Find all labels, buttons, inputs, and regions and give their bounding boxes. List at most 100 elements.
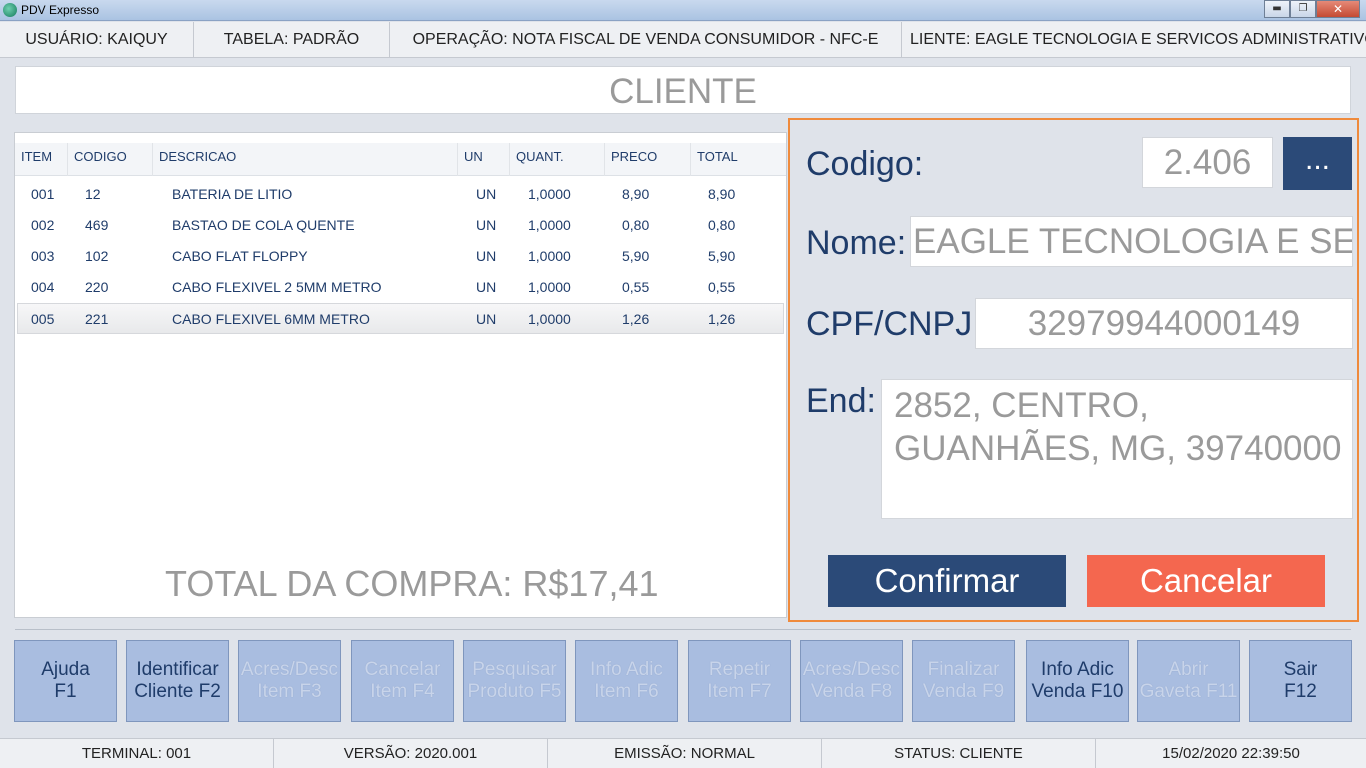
- table-cell: 0,80: [622, 217, 650, 233]
- table-cell: 1,0000: [528, 279, 571, 295]
- codigo-field[interactable]: 2.406: [1142, 137, 1273, 188]
- function-key-shortcut: Item F7: [707, 681, 772, 702]
- exit-f12-button[interactable]: Sair F12: [1249, 640, 1352, 722]
- function-key-label: Sair: [1283, 659, 1318, 680]
- endereco-label: End:: [806, 382, 876, 420]
- table-cell: 221: [85, 311, 109, 327]
- sale-info-f10-button[interactable]: Info Adic Venda F10: [1026, 640, 1129, 722]
- window-titlebar: PDV Expresso ▬ ❐ ✕: [0, 0, 1366, 21]
- table-row[interactable]: 005 221 CABO FLEXIVEL 6MM METRO UN 1,0000 1,2…: [17, 303, 784, 334]
- function-key-shortcut: Venda F9: [922, 681, 1005, 702]
- function-key-shortcut: F12: [1284, 681, 1317, 702]
- table-cell: 220: [85, 279, 109, 295]
- table-cell: 1,0000: [528, 311, 571, 327]
- function-key-shortcut: Gaveta F11: [1139, 681, 1238, 702]
- cancel-item-f4-button[interactable]: Cancelar Item F4: [351, 640, 454, 722]
- sale-adjust-f8-button[interactable]: Acres/Desc Venda F8: [800, 640, 903, 722]
- table-cell: 102: [85, 248, 109, 264]
- version-status: VERSÃO: 2020.001: [274, 739, 548, 768]
- function-key-label: Acres/Desc: [802, 659, 901, 680]
- table-cell: 003: [31, 248, 55, 264]
- cpf-cnpj-field[interactable]: 32979944000149: [975, 298, 1353, 349]
- table-cell: 469: [85, 217, 109, 233]
- maximize-button[interactable]: ❐: [1290, 0, 1316, 18]
- repeat-item-f7-button[interactable]: Repetir Item F7: [688, 640, 791, 722]
- function-key-label: Finalizar: [927, 659, 1000, 680]
- table-cell: UN: [476, 248, 497, 264]
- client-lookup-button[interactable]: ...: [1283, 137, 1352, 190]
- table-row[interactable]: 004 220 CABO FLEXIVEL 2 5MM METRO UN 1,0000 0…: [15, 272, 786, 303]
- table-cell: CABO FLEXIVEL 6MM METRO: [172, 311, 370, 327]
- identify-client-f2-button[interactable]: Identificar Cliente F2: [126, 640, 229, 722]
- info-bar: USUÁRIO: KAIQUY TABELA: PADRÃO OPERAÇÃO:…: [0, 22, 1366, 58]
- items-table: ITEM CODIGO DESCRICAO UN QUANT. PRECO TO…: [14, 132, 787, 618]
- nome-label: Nome:: [806, 224, 907, 262]
- table-cell: UN: [476, 217, 497, 233]
- nome-field[interactable]: EAGLE TECNOLOGIA E SERVICOS ADMINISTRATI…: [910, 216, 1353, 267]
- column-header-quant: QUANT.: [510, 143, 605, 176]
- table-cell: 1,0000: [528, 217, 571, 233]
- table-row[interactable]: 001 12 BATERIA DE LITIO UN 1,0000 8,90 8,90: [15, 179, 786, 210]
- table-row[interactable]: 002 469 BASTAO DE COLA QUENTE UN 1,0000 0,80 0…: [15, 210, 786, 241]
- codigo-label: Codigo:: [806, 145, 924, 183]
- table-cell: BATERIA DE LITIO: [172, 186, 293, 202]
- endereco-field[interactable]: 2852, CENTRO, GUANHÃES, MG, 39740000: [881, 379, 1353, 519]
- function-key-label: Pesquisar: [472, 659, 557, 680]
- column-header-total: TOTAL: [697, 149, 738, 164]
- function-key-label: Acres/Desc: [240, 659, 339, 680]
- client-info: LIENTE: EAGLE TECNOLOGIA E SERVICOS ADMI…: [910, 31, 1366, 48]
- column-header-descricao: DESCRICAO: [153, 143, 458, 176]
- datetime-status: 15/02/2020 22:39:50: [1162, 745, 1300, 762]
- table-cell: UN: [476, 311, 497, 327]
- terminal-status: TERMINAL: 001: [0, 739, 274, 768]
- table-cell: 1,0000: [528, 248, 571, 264]
- cpf-cnpj-label: CPF/CNPJ:: [806, 305, 982, 343]
- table-row[interactable]: 003 102 CABO FLAT FLOPPY UN 1,0000 5,90 5,90: [15, 241, 786, 272]
- table-header: ITEM CODIGO DESCRICAO UN QUANT. PRECO TO…: [15, 143, 786, 176]
- function-key-shortcut: Produto F5: [467, 681, 562, 702]
- table-cell: UN: [476, 186, 497, 202]
- table-cell: 0,55: [708, 279, 736, 295]
- search-product-f5-button[interactable]: Pesquisar Produto F5: [463, 640, 566, 722]
- table-cell: 1,26: [622, 311, 650, 327]
- function-key-label: Info Adic: [1041, 659, 1114, 680]
- table-cell: 001: [31, 186, 55, 202]
- open-drawer-f11-button[interactable]: Abrir Gaveta F11: [1137, 640, 1240, 722]
- function-key-shortcut: Item F6: [594, 681, 659, 702]
- function-key-label: Cancelar: [364, 659, 441, 680]
- table-cell: CABO FLEXIVEL 2 5MM METRO: [172, 279, 382, 295]
- finish-sale-f9-button[interactable]: Finalizar Venda F9: [912, 640, 1015, 722]
- table-cell: 1,0000: [528, 186, 571, 202]
- function-key-label: Ajuda: [41, 659, 90, 680]
- function-key-shortcut: Venda F10: [1031, 681, 1124, 702]
- table-cell: BASTAO DE COLA QUENTE: [172, 217, 355, 233]
- column-header-item: ITEM: [15, 143, 68, 176]
- emission-status: EMISSÃO: NORMAL: [548, 739, 822, 768]
- function-key-shortcut: Venda F8: [810, 681, 893, 702]
- function-keys-divider: [15, 629, 1351, 630]
- client-form: Codigo: 2.406 ... Nome: EAGLE TECNOLOGIA…: [788, 118, 1359, 622]
- help-f1-button[interactable]: Ajuda F1: [14, 640, 117, 722]
- table-cell: 0,80: [708, 217, 736, 233]
- item-info-f6-button[interactable]: Info Adic Item F6: [575, 640, 678, 722]
- table-cell: 004: [31, 279, 55, 295]
- table-body: 001 12 BATERIA DE LITIO UN 1,0000 8,90 8,90 002…: [15, 179, 786, 334]
- function-key-label: Identificar: [136, 659, 219, 680]
- function-key-shortcut: Item F4: [370, 681, 435, 702]
- window-title: PDV Expresso: [21, 3, 100, 17]
- function-key-label: Info Adic: [590, 659, 663, 680]
- status-bar: TERMINAL: 001 VERSÃO: 2020.001 EMISSÃO: …: [0, 738, 1366, 768]
- column-header-preco: PRECO: [605, 143, 691, 176]
- page-title: CLIENTE: [15, 66, 1351, 114]
- close-button[interactable]: ✕: [1316, 0, 1360, 18]
- column-header-un: UN: [458, 143, 510, 176]
- confirm-button[interactable]: Confirmar: [828, 555, 1066, 607]
- operation-info: OPERAÇÃO: NOTA FISCAL DE VENDA CONSUMIDO…: [390, 22, 902, 58]
- table-cell: 8,90: [622, 186, 650, 202]
- function-key-shortcut: Cliente F2: [134, 681, 221, 702]
- item-adjust-f3-button[interactable]: Acres/Desc Item F3: [238, 640, 341, 722]
- minimize-button[interactable]: ▬: [1264, 0, 1290, 18]
- table-cell: 002: [31, 217, 55, 233]
- cancel-button[interactable]: Cancelar: [1087, 555, 1325, 607]
- table-cell: CABO FLAT FLOPPY: [172, 248, 308, 264]
